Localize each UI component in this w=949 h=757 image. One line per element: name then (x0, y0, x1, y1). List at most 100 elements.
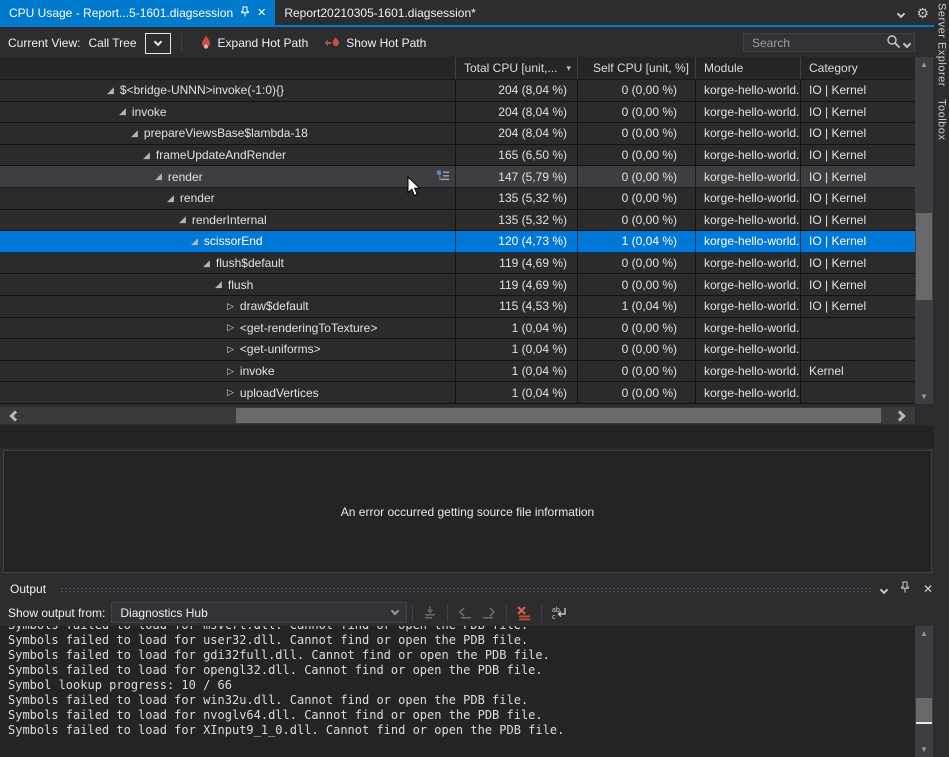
tree-row[interactable]: ▷invoke1 (0,04 %)0 (0,00 %)korge-hello-w… (0, 361, 915, 383)
tree-row[interactable]: ◢render135 (5,32 %)0 (0,00 %)korge-hello… (0, 188, 915, 210)
collapse-twisty-icon[interactable]: ◢ (167, 193, 174, 204)
expand-twisty-icon[interactable]: ▷ (227, 366, 234, 377)
tab-report-diagsession[interactable]: Report20210305-1601.diagsession* (275, 0, 484, 25)
grid-header-row: Total CPU [unit,... ▾ Self CPU [unit, %]… (0, 57, 915, 80)
search-options-chevron-icon[interactable] (904, 36, 910, 50)
expand-hot-path-label: Expand Hot Path (218, 36, 309, 50)
sort-descending-icon: ▾ (566, 63, 571, 74)
total-cpu-cell: 1 (0,04 %) (455, 361, 577, 382)
tab-list-chevron-icon[interactable] (898, 6, 904, 20)
scrollbar-thumb[interactable] (916, 213, 932, 300)
expand-twisty-icon[interactable]: ▷ (227, 387, 234, 398)
self-cpu-cell: 0 (0,00 %) (577, 123, 695, 144)
collapse-twisty-icon[interactable]: ◢ (203, 258, 210, 269)
output-line: Symbols failed to load for msvcrt.dll. C… (8, 626, 915, 633)
function-name-cell: ◢invoke (0, 102, 455, 123)
scroll-up-icon[interactable]: ▲ (915, 57, 933, 72)
close-icon[interactable]: ✕ (923, 582, 933, 596)
output-source-combobox[interactable]: Diagnostics Hub (111, 602, 407, 623)
output-console[interactable]: Symbols failed to load for msvcrt.dll. C… (0, 626, 915, 757)
next-message-button[interactable] (477, 602, 501, 624)
tree-row[interactable]: ◢flush$default119 (4,69 %)0 (0,00 %)korg… (0, 253, 915, 275)
tree-horizontal-scrollbar[interactable] (0, 407, 915, 424)
header-self-cpu[interactable]: Self CPU [unit, %] (577, 57, 695, 79)
show-hot-path-button[interactable]: Show Hot Path (316, 32, 434, 54)
function-name: frameUpdateAndRender (156, 148, 286, 162)
expand-hot-path-button[interactable]: Expand Hot Path (192, 32, 317, 54)
expand-hot-path-row-icon[interactable] (436, 168, 450, 185)
expand-twisty-icon[interactable]: ▷ (227, 322, 234, 333)
current-view-value: Call Tree (86, 36, 144, 50)
tree-row[interactable]: ◢invoke204 (8,04 %)0 (0,00 %)korge-hello… (0, 102, 915, 124)
collapse-twisty-icon[interactable]: ◢ (143, 150, 150, 161)
tree-row[interactable]: ▷<get-uniforms>1 (0,04 %)0 (0,00 %)korge… (0, 339, 915, 361)
tree-row[interactable]: ▷uploadVertices1 (0,04 %)0 (0,00 %)korge… (0, 382, 915, 404)
collapse-twisty-icon[interactable]: ◢ (155, 171, 162, 182)
function-name-cell: ◢render (0, 188, 455, 209)
collapse-twisty-icon[interactable]: ◢ (215, 279, 222, 290)
collapse-twisty-icon[interactable]: ◢ (179, 214, 186, 225)
tree-row[interactable]: ◢render147 (5,79 %)0 (0,00 %)korge-hello… (0, 166, 915, 188)
goto-message-button[interactable] (418, 602, 442, 624)
collapse-twisty-icon[interactable]: ◢ (119, 106, 126, 117)
total-cpu-cell: 119 (4,69 %) (455, 274, 577, 295)
pin-icon[interactable] (240, 6, 250, 20)
tree-row[interactable]: ◢renderInternal135 (5,32 %)0 (0,00 %)kor… (0, 210, 915, 232)
tree-row[interactable]: ◢flush119 (4,69 %)0 (0,00 %)korge-hello-… (0, 274, 915, 296)
collapse-twisty-icon[interactable]: ◢ (191, 236, 198, 247)
module-cell: korge-hello-world... (695, 296, 800, 317)
scroll-down-icon[interactable]: ▼ (915, 389, 933, 404)
header-category[interactable]: Category (800, 57, 915, 79)
scroll-left-icon[interactable] (2, 407, 28, 424)
self-cpu-cell: 0 (0,00 %) (577, 210, 695, 231)
tree-row[interactable]: ◢scissorEnd120 (4,73 %)1 (0,04 %)korge-h… (0, 231, 915, 253)
tree-row[interactable]: ▷draw$default115 (4,53 %)1 (0,04 %)korge… (0, 296, 915, 318)
module-cell: korge-hello-world... (695, 145, 800, 166)
pin-icon[interactable] (900, 581, 910, 596)
expand-twisty-icon[interactable]: ▷ (227, 301, 234, 312)
tab-cpu-usage[interactable]: CPU Usage - Report...5-1601.diagsession … (0, 0, 275, 25)
current-view-label: Current View: (8, 36, 80, 50)
tab-label: Report20210305-1601.diagsession* (284, 6, 475, 20)
search-input[interactable] (750, 35, 886, 51)
tree-row[interactable]: ◢$<bridge-UNNN>invoke(-1:0){}204 (8,04 %… (0, 80, 915, 102)
category-cell (800, 382, 915, 403)
scroll-right-icon[interactable] (887, 407, 913, 424)
scrollbar-thumb[interactable] (916, 698, 932, 722)
scrollbar-thumb[interactable] (236, 408, 881, 423)
search-box[interactable] (743, 33, 915, 52)
function-name: <get-renderingToTexture> (240, 321, 377, 335)
mouse-cursor (407, 176, 421, 200)
collapse-twisty-icon[interactable]: ◢ (107, 85, 114, 96)
scroll-down-icon[interactable]: ▼ (915, 742, 933, 757)
word-wrap-button[interactable]: abc (547, 602, 571, 624)
header-module[interactable]: Module (695, 57, 800, 79)
tab-bar-controls: ⚙ (898, 5, 929, 21)
tree-row[interactable]: ▷<get-renderingToTexture>1 (0,04 %)0 (0,… (0, 318, 915, 340)
module-cell: korge-hello-world... (695, 123, 800, 144)
output-line: Symbols failed to load for win32u.dll. C… (8, 693, 915, 708)
scroll-up-icon[interactable]: ▲ (915, 626, 933, 641)
tree-vertical-scrollbar[interactable]: ▲ ▼ (915, 57, 933, 404)
gear-icon[interactable]: ⚙ (916, 6, 929, 20)
tree-row[interactable]: ◢prepareViewsBase$lambda-18204 (8,04 %)0… (0, 123, 915, 145)
close-icon[interactable]: ✕ (257, 6, 266, 19)
search-icon[interactable] (886, 34, 901, 52)
clear-all-output-button[interactable] (512, 602, 536, 624)
output-panel-header[interactable]: Output ✕ (0, 578, 949, 599)
console-vertical-scrollbar[interactable]: ▲ ▼ (915, 626, 933, 757)
side-tab-server-explorer[interactable]: Server Explorer (936, 3, 948, 87)
current-view-combobox[interactable]: Call Tree (86, 33, 170, 54)
header-function-name[interactable] (0, 57, 455, 79)
header-total-cpu[interactable]: Total CPU [unit,... ▾ (455, 57, 577, 79)
category-cell: IO | Kernel (800, 253, 915, 274)
side-tab-toolbox[interactable]: Toolbox (936, 99, 948, 140)
window-position-chevron-icon[interactable] (881, 582, 887, 596)
module-cell: korge-hello-world... (695, 80, 800, 101)
collapse-twisty-icon[interactable]: ◢ (131, 128, 138, 139)
expand-twisty-icon[interactable]: ▷ (227, 344, 234, 355)
combobox-dropdown-button[interactable] (145, 33, 171, 54)
previous-message-button[interactable] (453, 602, 477, 624)
combobox-chevron-icon (391, 607, 399, 615)
tree-row[interactable]: ◢frameUpdateAndRender165 (6,50 %)0 (0,00… (0, 145, 915, 167)
